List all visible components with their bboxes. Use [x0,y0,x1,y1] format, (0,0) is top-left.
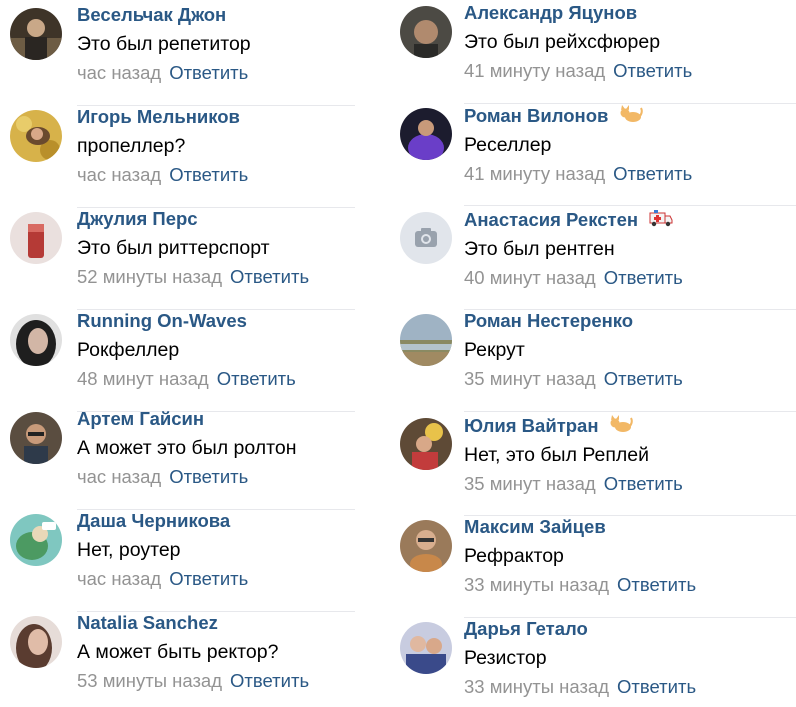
comment-time[interactable]: 33 минуты назад [464,574,609,595]
comment-text: Это был рейхсфюрер [464,31,661,53]
comment-text: Рефрактор [464,545,564,567]
comment-item: Максим Зайцев Рефрактор 33 минуты назад О… [390,516,796,618]
author-name[interactable]: Весельчак Джон [77,4,226,26]
comment-time[interactable]: 40 минут назад [464,267,596,288]
comment-time[interactable]: 52 минуты назад [77,266,222,287]
comment-text: Это был риттерспорт [77,237,270,259]
comment-item: Дарья Гетало Резистор 33 минуты назад Отв… [390,618,796,707]
comment-time[interactable]: час назад [77,164,161,185]
comment-item: Роман Вилонов Реселлер 41 минуту назад От… [390,104,796,206]
comment-time[interactable]: час назад [77,466,161,487]
comment-item: Весельчак Джон Это был репетитор час наз… [0,4,355,106]
comment-time[interactable]: 33 минуты назад [464,676,609,697]
avatar[interactable] [10,412,62,464]
avatar[interactable] [400,622,452,674]
author-name[interactable]: Дарья Гетало [464,618,588,640]
comment-text: Рекрут [464,339,525,361]
comment-text: пропеллер? [77,135,186,157]
comment-time[interactable]: 35 минут назад [464,368,596,389]
cat-emoji-icon [619,104,643,124]
camera-placeholder-icon[interactable] [400,212,452,264]
comment-item: Running On-Waves Рокфеллер 48 минут наза… [0,310,355,412]
comment-text: Рокфеллер [77,339,180,361]
cat-emoji-icon [609,414,633,434]
comment-text: Реселлер [464,134,552,156]
reply-link[interactable]: Ответить [169,466,248,487]
avatar[interactable] [400,108,452,160]
author-name[interactable]: Игорь Мельников [77,106,240,128]
avatar[interactable] [10,514,62,566]
comment-item: Александр Яцунов Это был рейхсфюрер 41 м… [390,2,796,104]
comment-item: Игорь Мельников пропеллер? час назад Отве… [0,106,355,208]
reply-link[interactable]: Ответить [230,670,309,691]
avatar[interactable] [10,8,62,60]
avatar[interactable] [400,520,452,572]
avatar[interactable] [400,6,452,58]
avatar[interactable] [400,314,452,366]
comment-item: Анастасия Рекстен Это был рентген 40 мин… [390,208,796,310]
comment-text: Это был рентген [464,238,615,260]
reply-link[interactable]: Ответить [604,368,683,389]
divider [464,411,796,412]
author-name[interactable]: Даша Черникова [77,510,230,532]
avatar[interactable] [10,212,62,264]
author-name[interactable]: Джулия Перс [77,208,198,230]
author-name[interactable]: Максим Зайцев [464,516,606,538]
comment-item: Даша Черникова Нет, роутер час назад Отве… [0,510,355,612]
comment-item: Natalia Sanchez А может быть ректор? 53 … [0,612,355,707]
reply-link[interactable]: Ответить [230,266,309,287]
author-name[interactable]: Роман Вилонов [464,105,608,127]
comment-item: Артем Гайсин А может это был ролтон час … [0,408,355,510]
reply-link[interactable]: Ответить [217,368,296,389]
comment-time[interactable]: 41 минуту назад [464,163,605,184]
reply-link[interactable]: Ответить [169,164,248,185]
author-name[interactable]: Александр Яцунов [464,2,637,24]
author-name[interactable]: Running On-Waves [77,310,247,332]
avatar[interactable] [400,418,452,470]
comment-text: Это был репетитор [77,33,251,55]
comment-text: Нет, это был Реплей [464,444,650,466]
avatar[interactable] [10,616,62,668]
comment-text: Нет, роутер [77,539,181,561]
reply-link[interactable]: Ответить [604,473,683,494]
reply-link[interactable]: Ответить [613,163,692,184]
avatar[interactable] [10,314,62,366]
author-name[interactable]: Артем Гайсин [77,408,204,430]
ambulance-emoji-icon [649,208,673,228]
reply-link[interactable]: Ответить [617,574,696,595]
comment-time[interactable]: 41 минуту назад [464,60,605,81]
author-name[interactable]: Роман Нестеренко [464,310,633,332]
comment-text: А может быть ректор? [77,641,279,663]
reply-link[interactable]: Ответить [604,267,683,288]
author-name[interactable]: Юлия Вайтран [464,415,599,437]
author-name[interactable]: Анастасия Рекстен [464,209,638,231]
reply-link[interactable]: Ответить [169,62,248,83]
author-name[interactable]: Natalia Sanchez [77,612,218,634]
reply-link[interactable]: Ответить [617,676,696,697]
divider [464,205,796,206]
avatar[interactable] [10,110,62,162]
comment-time[interactable]: 48 минут назад [77,368,209,389]
comment-time[interactable]: час назад [77,62,161,83]
reply-link[interactable]: Ответить [613,60,692,81]
comment-item: Юлия Вайтран Нет, это был Реплей 35 мину… [390,414,796,516]
comment-time[interactable]: 53 минуты назад [77,670,222,691]
comment-item: Джулия Перс Это был риттерспорт 52 минут… [0,208,355,310]
comment-text: А может это был ролтон [77,437,297,459]
comment-item: Роман Нестеренко Рекрут 35 минут назад От… [390,310,796,412]
reply-link[interactable]: Ответить [169,568,248,589]
comment-time[interactable]: 35 минут назад [464,473,596,494]
comment-time[interactable]: час назад [77,568,161,589]
comment-text: Резистор [464,647,547,669]
